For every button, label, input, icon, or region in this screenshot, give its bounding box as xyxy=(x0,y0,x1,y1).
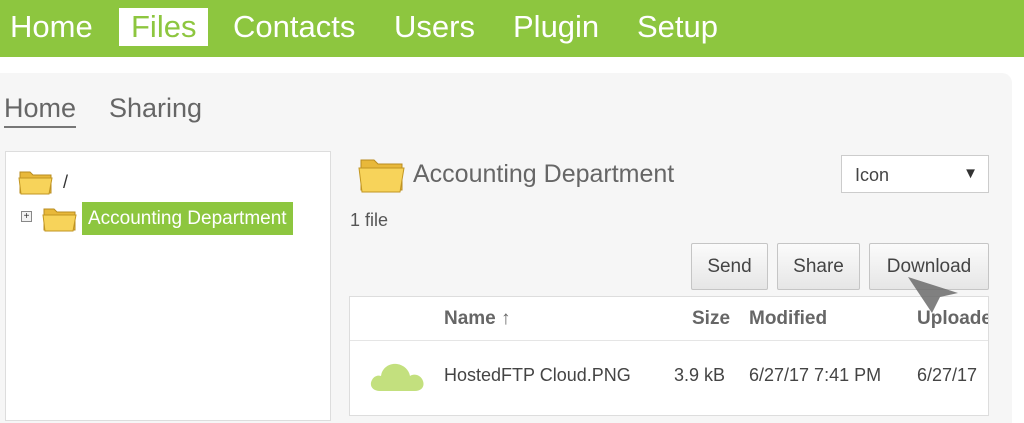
folder-tree: / + Accounting Department xyxy=(5,151,331,421)
folder-icon xyxy=(42,208,77,232)
chevron-down-icon: ▼ xyxy=(963,165,978,182)
view-mode-value: Icon xyxy=(855,165,890,185)
column-header-name[interactable]: Name ↑ xyxy=(444,308,511,330)
folder-icon xyxy=(358,159,405,193)
file-table: Name ↑ Size Modified Uploade HostedFTP C… xyxy=(349,296,989,416)
folder-icon xyxy=(18,171,53,195)
mouse-pointer-icon xyxy=(908,277,958,313)
file-uploaded: 6/27/17 xyxy=(917,365,978,385)
tree-node-accounting-department[interactable]: Accounting Department xyxy=(82,202,293,235)
send-button[interactable]: Send xyxy=(691,243,768,290)
tree-root-label[interactable]: / xyxy=(63,172,68,193)
file-count: 1 file xyxy=(350,210,389,230)
top-navigation: Home Files Contacts Users Plugin Setup xyxy=(0,0,1024,57)
nav-contacts[interactable]: Contacts xyxy=(233,8,355,46)
nav-plugin[interactable]: Plugin xyxy=(513,8,599,46)
column-header-size[interactable]: Size xyxy=(692,308,730,330)
nav-users[interactable]: Users xyxy=(394,8,475,46)
file-modified: 6/27/17 7:41 PM xyxy=(749,365,882,385)
nav-files[interactable]: Files xyxy=(119,8,209,46)
nav-setup[interactable]: Setup xyxy=(637,8,718,46)
table-header: Name ↑ Size Modified Uploade xyxy=(350,297,988,341)
tree-expand-toggle[interactable]: + xyxy=(21,211,32,222)
tab-home[interactable]: Home xyxy=(4,93,77,128)
folder-title: Accounting Department xyxy=(413,160,675,188)
column-header-modified[interactable]: Modified xyxy=(749,308,827,330)
view-mode-select[interactable]: Icon ▼ xyxy=(841,155,989,193)
cloud-icon xyxy=(370,363,424,391)
file-name[interactable]: HostedFTP Cloud.PNG xyxy=(444,365,631,386)
file-size: 3.9 kB xyxy=(674,365,726,385)
tab-sharing[interactable]: Sharing xyxy=(109,93,202,124)
nav-home[interactable]: Home xyxy=(10,8,93,46)
share-button[interactable]: Share xyxy=(777,243,860,290)
